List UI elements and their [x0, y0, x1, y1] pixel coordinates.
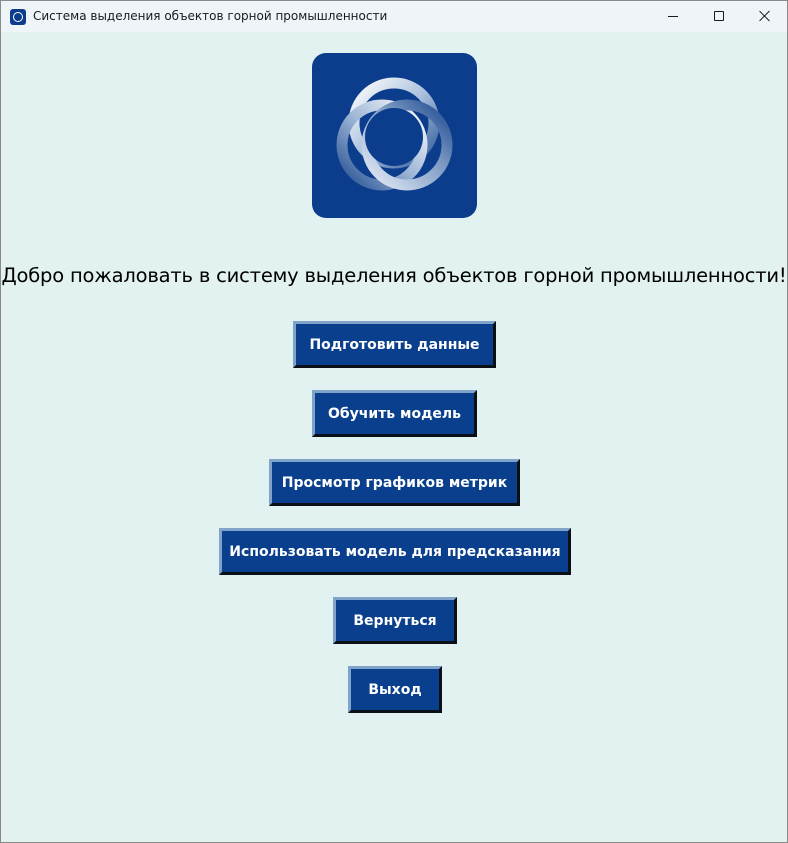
maximize-button[interactable]	[696, 1, 742, 32]
use-model-for-prediction-button[interactable]: Использовать модель для предсказания	[219, 528, 571, 575]
close-button[interactable]	[742, 1, 787, 32]
view-metrics-charts-button[interactable]: Просмотр графиков метрик	[269, 459, 520, 506]
prepare-data-button[interactable]: Подготовить данные	[293, 321, 496, 368]
logo	[312, 53, 477, 218]
exit-button[interactable]: Выход	[348, 666, 442, 713]
app-window: Система выделения объектов горной промыш…	[0, 0, 788, 843]
back-button[interactable]: Вернуться	[333, 597, 457, 644]
minimize-button[interactable]	[650, 1, 696, 32]
app-icon	[10, 9, 26, 25]
minimize-icon	[668, 16, 678, 17]
interlocking-rings-logo-icon	[336, 77, 453, 191]
window-title: Система выделения объектов горной промыш…	[33, 9, 388, 23]
title-bar[interactable]: Система выделения объектов горной промыш…	[1, 1, 787, 32]
welcome-heading: Добро пожаловать в систему выделения объ…	[1, 264, 787, 287]
close-icon	[759, 10, 771, 22]
train-model-button[interactable]: Обучить модель	[312, 390, 477, 437]
maximize-icon	[714, 11, 724, 21]
